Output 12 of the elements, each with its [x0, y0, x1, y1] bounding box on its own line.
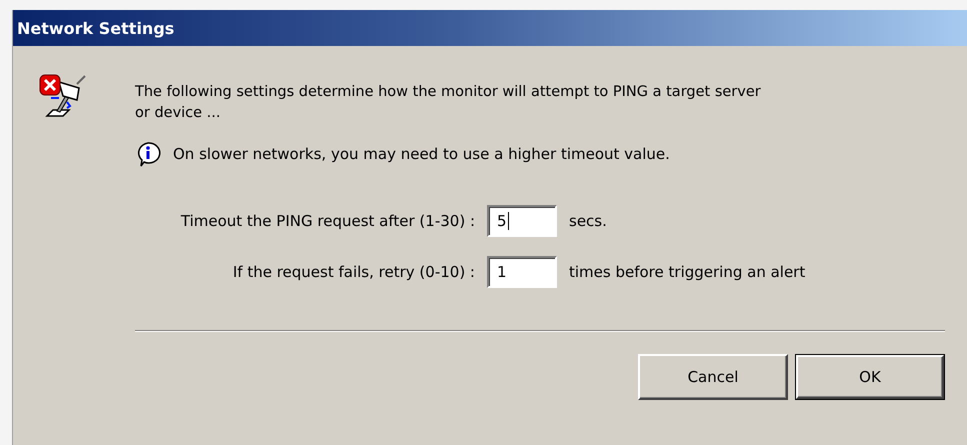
field-label: If the request fails, retry (0-10) :	[232, 263, 475, 281]
info-text: On slower networks, you may need to use a higher timeout value.	[173, 145, 670, 163]
unit-label: secs.	[569, 212, 608, 230]
input-field[interactable]: 5	[487, 205, 557, 237]
cancel-button[interactable]: Cancel	[638, 354, 788, 400]
field-label: Timeout the PING request after (1-30) :	[180, 212, 475, 230]
description-text: The following settings determine how the monitor will attempt to PING a target server or device ...	[135, 83, 762, 123]
unit-label: times before triggering an alert	[569, 263, 806, 281]
window-title: Network Settings	[13, 10, 967, 46]
info-icon	[135, 141, 161, 167]
ok-button[interactable]: OK	[795, 354, 945, 400]
input-field[interactable]: 1	[487, 256, 557, 288]
